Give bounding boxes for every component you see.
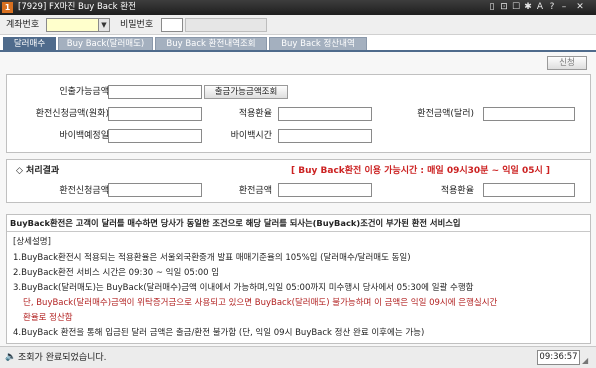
withdrawable-query-button[interactable]: 출금가능금액조회 (204, 85, 288, 99)
description-warning-line: 환율로 정산함 (23, 313, 73, 323)
applied-rate-field[interactable] (278, 107, 372, 121)
description-line: 4.BuyBack 환전을 통해 입금된 달러 금액은 출금/환전 불가함 (단… (13, 328, 425, 338)
window-title: [7929] FX마진 Buy Back 환전 (18, 2, 136, 12)
description-line: 1.BuyBack환전시 적용되는 적용환율은 서울외국환중개 발표 매매기준율… (13, 253, 411, 263)
link-icon[interactable]: ▯ (487, 2, 497, 13)
font-size-icon[interactable]: A (535, 2, 545, 13)
withdrawable-amount-label: 인출가능금액 (59, 87, 109, 97)
exchange-request-panel: 인출가능금액 출금가능금액조회 환전신청금액(원화) 적용환율 환전금액(달러)… (6, 74, 591, 153)
account-name-display (185, 18, 267, 32)
result-request-amount-label: 환전신청금액 (59, 186, 109, 196)
exchange-usd-label: 환전금액(달러) (417, 109, 474, 119)
buyback-date-label: 바이백예정일 (59, 131, 109, 141)
account-number-select[interactable]: ▼ (46, 18, 110, 32)
resize-grip-icon[interactable]: ◢ (582, 356, 592, 366)
available-hours-notice: [ Buy Back환전 이용 가능시간 : 매일 09시30분 ~ 익일 05… (291, 166, 550, 176)
tab-bar: 달러매수 Buy Back(달러매도) Buy Back 환전내역조회 Buy … (0, 37, 596, 52)
service-description: BuyBack환전은 고객이 달러를 매수하면 당사가 동일한 조건으로 해당 … (6, 214, 591, 344)
detail-section-title: [상세설명] (13, 237, 51, 247)
speaker-icon: 🔈 (5, 352, 17, 362)
request-krw-label: 환전신청금액(원화) (35, 109, 109, 119)
buyback-date-field[interactable] (108, 129, 202, 143)
description-line: 3.BuyBack(달러매도)는 BuyBack(달러매수)금액 이내에서 가능… (13, 283, 474, 293)
title-bar: 1 [7929] FX마진 Buy Back 환전 ▯ ⊡ ☐ ✱ A ? – … (0, 0, 596, 15)
tab-buyback-exchange-history[interactable]: Buy Back 환전내역조회 (155, 37, 267, 50)
snapshot-icon[interactable]: ⊡ (499, 2, 509, 13)
divider (7, 231, 590, 232)
password-label: 비밀번호 (120, 20, 154, 30)
description-line: 2.BuyBack환전 서비스 시간은 09:30 ~ 익일 05:00 임 (13, 268, 220, 278)
result-request-amount-field (108, 183, 202, 197)
exchange-usd-field[interactable] (483, 107, 575, 121)
result-rate-label: 적용환율 (440, 186, 474, 196)
password-field[interactable] (161, 18, 183, 32)
status-bar: 🔈 조회가 완료되었습니다. 09:36:57 ◢ (0, 346, 596, 368)
result-exchange-amount-label: 환전금액 (238, 186, 272, 196)
result-rate-field (483, 183, 575, 197)
minimize-icon[interactable]: – (559, 2, 569, 13)
close-icon[interactable]: ✕ (575, 2, 585, 13)
buyback-time-field[interactable] (278, 129, 372, 143)
tab-buyback-dollar-sell[interactable]: Buy Back(달러매도) (58, 37, 153, 50)
buyback-time-label: 바이백시간 (230, 131, 272, 141)
withdrawable-amount-field[interactable] (108, 85, 202, 99)
result-exchange-amount-field (278, 183, 372, 197)
screen-number-badge: 1 (2, 2, 13, 13)
account-number-label: 계좌번호 (6, 20, 40, 30)
chevron-down-icon[interactable]: ▼ (98, 19, 109, 31)
result-title: ◇ 처리결과 (16, 166, 60, 176)
description-headline: BuyBack환전은 고객이 달러를 매수하면 당사가 동일한 조건으로 해당 … (10, 218, 461, 228)
request-krw-field[interactable] (108, 107, 202, 121)
print-icon[interactable]: ☐ (511, 2, 521, 13)
settings-icon[interactable]: ✱ (523, 2, 533, 13)
tab-dollar-buy[interactable]: 달러매수 (3, 37, 56, 51)
applied-rate-label: 적용환율 (238, 109, 272, 119)
apply-button[interactable]: 신청 (547, 56, 587, 70)
status-message: 조회가 완료되었습니다. (18, 353, 107, 363)
description-warning-line: 단, BuyBack(달러매수)금액이 위탁증거금으로 사용되고 있으면 Buy… (23, 298, 498, 308)
tab-buyback-settlement[interactable]: Buy Back 정산내역 (269, 37, 367, 50)
account-row: 계좌번호 ▼ 비밀번호 (0, 15, 596, 35)
result-panel: ◇ 처리결과 [ Buy Back환전 이용 가능시간 : 매일 09시30분 … (6, 159, 591, 203)
help-icon[interactable]: ? (547, 2, 557, 13)
clock-display: 09:36:57 (537, 350, 580, 365)
